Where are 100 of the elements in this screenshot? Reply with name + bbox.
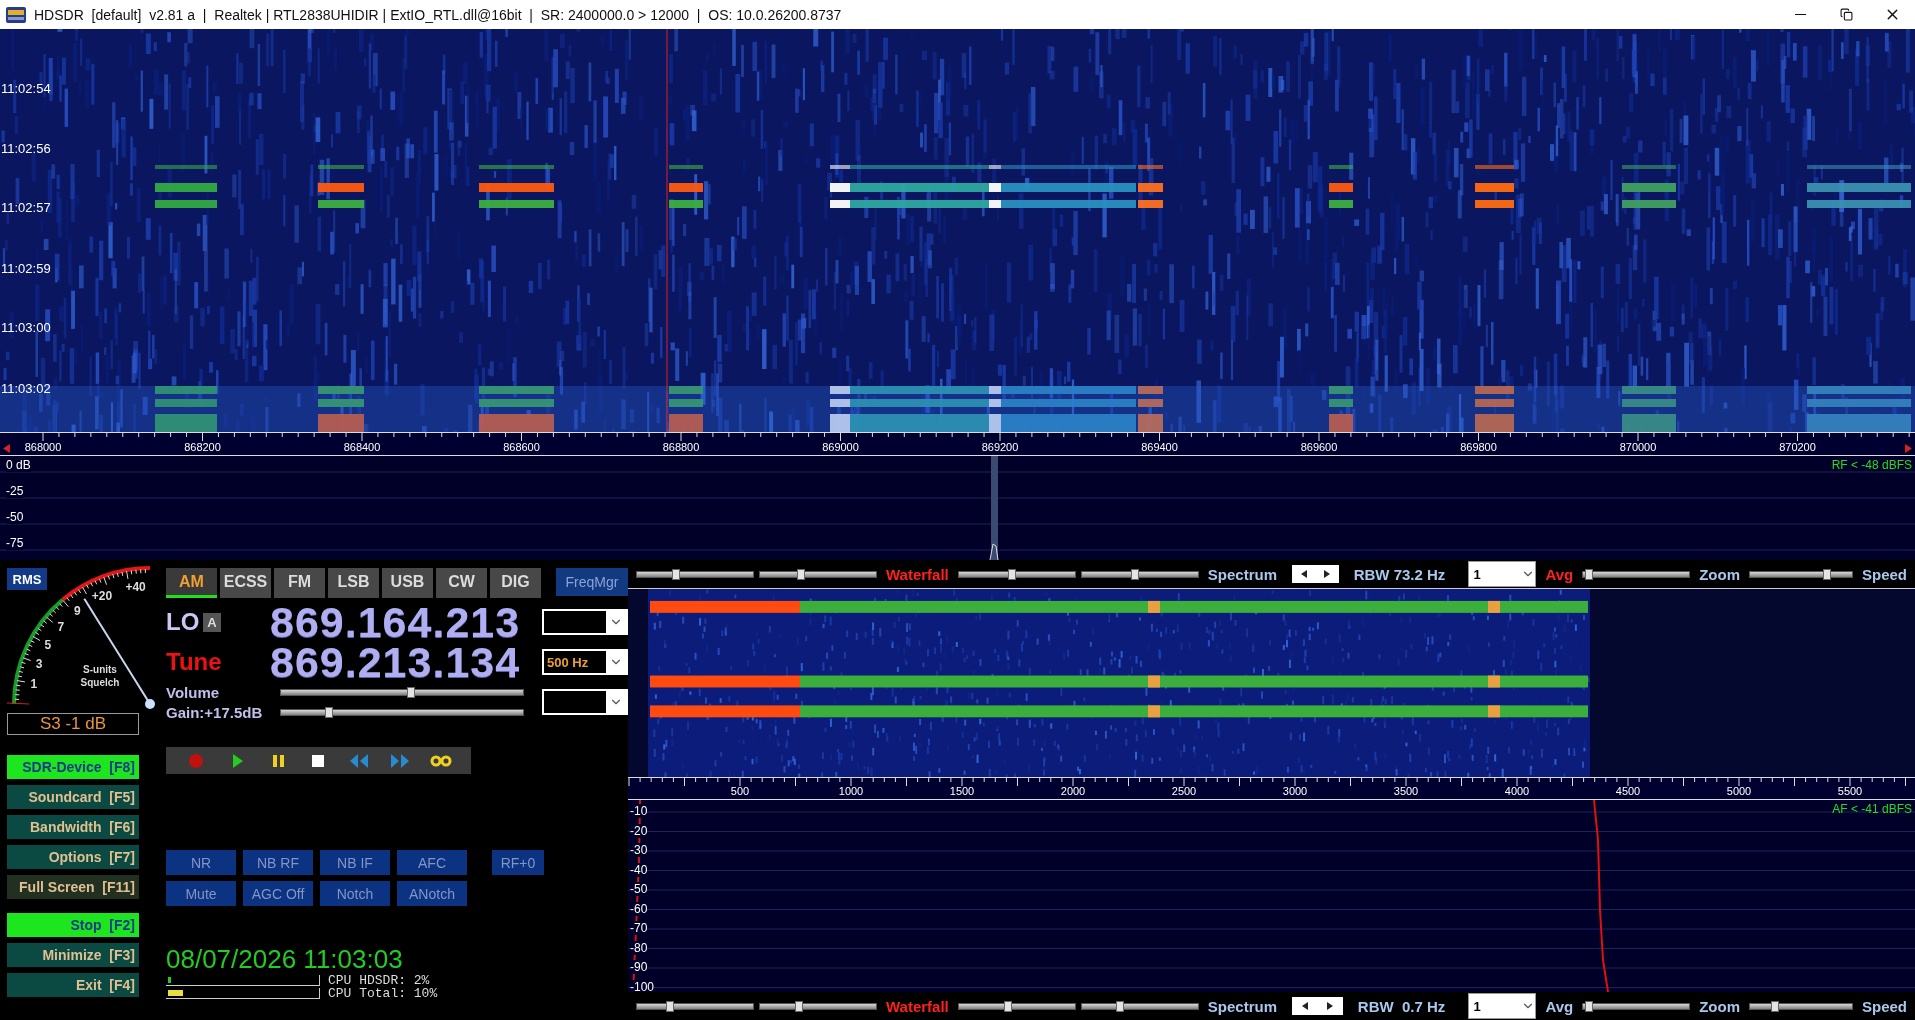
db-label: 0 dB (6, 458, 31, 472)
slider[interactable] (1582, 570, 1691, 578)
rbw-label: RBW 0.7 Hz (1357, 997, 1446, 1015)
slider[interactable] (957, 570, 1076, 578)
caret-left-icon (1300, 1002, 1309, 1010)
slider-thumb[interactable] (407, 686, 416, 698)
date-time: 08/07/2026 11:03:03 (166, 944, 404, 974)
fast-forward-icon (388, 751, 411, 770)
mode-tab[interactable]: USB (382, 568, 433, 598)
db-label: -20 (630, 823, 648, 838)
lo-dropdown[interactable] (542, 609, 628, 635)
audio-dropdown[interactable] (542, 689, 628, 715)
dsp-button[interactable]: Notch (320, 881, 390, 906)
rf-gain-button[interactable]: RF+0 (492, 850, 544, 875)
function-button[interactable]: Soundcard [F5] (7, 785, 139, 809)
slider-thumb[interactable] (666, 1000, 675, 1012)
db-label: -30 (630, 843, 648, 857)
slider-thumb[interactable] (1116, 1000, 1125, 1012)
step-dropdown[interactable]: 500 Hz (542, 649, 628, 675)
slider-thumb[interactable] (1770, 1000, 1779, 1012)
scale-label: 7 (57, 619, 65, 634)
db-label: -100 (630, 979, 655, 992)
slider[interactable] (280, 708, 524, 716)
mode-tab[interactable]: CW (436, 568, 487, 598)
db-label: -50 (6, 510, 24, 524)
slider-thumb[interactable] (794, 1000, 803, 1012)
slider[interactable] (1080, 1002, 1199, 1010)
cpu-label: CPU HDSDR: 2% (328, 973, 430, 988)
waterfall-label: Waterfall (886, 997, 949, 1015)
slider[interactable] (636, 570, 754, 578)
caret-right-icon (1326, 1002, 1335, 1010)
freq-manager-button[interactable]: FreqMgr (556, 568, 628, 596)
slider-thumb[interactable] (1585, 1000, 1594, 1012)
dsp-button[interactable]: ANotch (397, 881, 467, 906)
mode-tab[interactable]: DIG (490, 568, 541, 598)
avg-dropdown[interactable]: 1 (1468, 561, 1537, 587)
slider-thumb[interactable] (1823, 568, 1832, 580)
time-label: 11:02:59 (1, 261, 51, 276)
dsp-button[interactable]: AGC Off (243, 881, 313, 906)
dsp-button[interactable]: NR (166, 850, 236, 875)
caret-right-icon (1323, 570, 1331, 578)
function-button[interactable]: Stop [F2] (7, 913, 139, 937)
slider[interactable] (1080, 570, 1199, 578)
dsp-button[interactable]: AFC (397, 850, 467, 875)
slider-thumb[interactable] (1008, 568, 1017, 580)
step-right-button[interactable] (1326, 1002, 1335, 1010)
avg-label[interactable]: Avg (1545, 997, 1574, 1015)
frequency-label: 5500 (1837, 785, 1863, 797)
slider-thumb[interactable] (1585, 568, 1594, 580)
slider[interactable] (636, 1002, 754, 1010)
mode-tab[interactable]: FM (274, 568, 325, 598)
frequency-label: 868400 (343, 441, 381, 453)
lo-badge[interactable]: A (203, 612, 221, 632)
step-right-button[interactable] (1323, 570, 1331, 578)
level-readout: AF < -41 dBFS (1832, 802, 1912, 816)
slider[interactable] (1749, 570, 1853, 578)
spectrum-label: Spectrum (1207, 997, 1277, 1015)
db-label: -50 (630, 882, 648, 896)
function-button[interactable]: Minimize [F3] (7, 943, 139, 967)
slider-thumb[interactable] (1004, 1000, 1013, 1012)
function-button[interactable]: Bandwidth [F6] (7, 815, 139, 839)
avg-label[interactable]: Avg (1545, 565, 1574, 583)
slider-thumb[interactable] (796, 568, 805, 580)
step-left-button[interactable] (1300, 1002, 1309, 1010)
cpu-label: CPU Total: 10% (328, 986, 438, 1001)
mode-tab[interactable]: LSB (328, 568, 379, 598)
rewind-icon (348, 751, 371, 770)
slider[interactable] (759, 570, 877, 578)
rewind-button[interactable] (348, 751, 371, 770)
lo-label: LO (166, 608, 200, 636)
frequency-label: 1500 (949, 785, 975, 797)
function-button[interactable]: Exit [F4] (7, 973, 139, 997)
speed-label: Speed (1862, 997, 1907, 1015)
volume-label: Volume (166, 683, 221, 701)
slider-thumb[interactable] (671, 568, 680, 580)
dsp-button[interactable]: NB RF (243, 850, 313, 875)
slider[interactable] (759, 1002, 877, 1010)
frequency-label: 869200 (981, 441, 1019, 453)
fast-forward-button[interactable] (388, 751, 411, 770)
step-left-button[interactable] (1299, 570, 1308, 578)
caret-right-icon (1904, 444, 1913, 453)
gain-label: Gain:+17.5dB (166, 703, 264, 721)
function-button[interactable]: Full Screen [F11] (7, 875, 139, 899)
window-title: HDSDR [default] v2.81 a | Realtek | RTL2838UHIDIR | ExtIO_RTL.dll@16bit | SR: 2400000.0 > 12000 | OS: 10.0.26200.8737 (34, 6, 843, 23)
time-label: 11:03:00 (1, 320, 51, 335)
function-button[interactable]: SDR-Device [F8] (7, 755, 139, 779)
slider[interactable] (280, 688, 524, 696)
dsp-button[interactable]: NB IF (320, 850, 390, 875)
slider[interactable] (1749, 1002, 1853, 1010)
db-label: -80 (630, 940, 648, 955)
dsp-button[interactable]: Mute (166, 881, 236, 906)
slider-thumb[interactable] (325, 706, 334, 718)
mode-tab[interactable]: AM (166, 568, 217, 598)
rms-button[interactable]: RMS (7, 568, 47, 590)
slider[interactable] (957, 1002, 1076, 1010)
mode-tab[interactable]: ECSS (220, 568, 271, 598)
function-button[interactable]: Options [F7] (7, 845, 139, 869)
slider[interactable] (1582, 1002, 1691, 1010)
slider-thumb[interactable] (1131, 568, 1140, 580)
avg-dropdown[interactable]: 1 (1468, 993, 1537, 1019)
